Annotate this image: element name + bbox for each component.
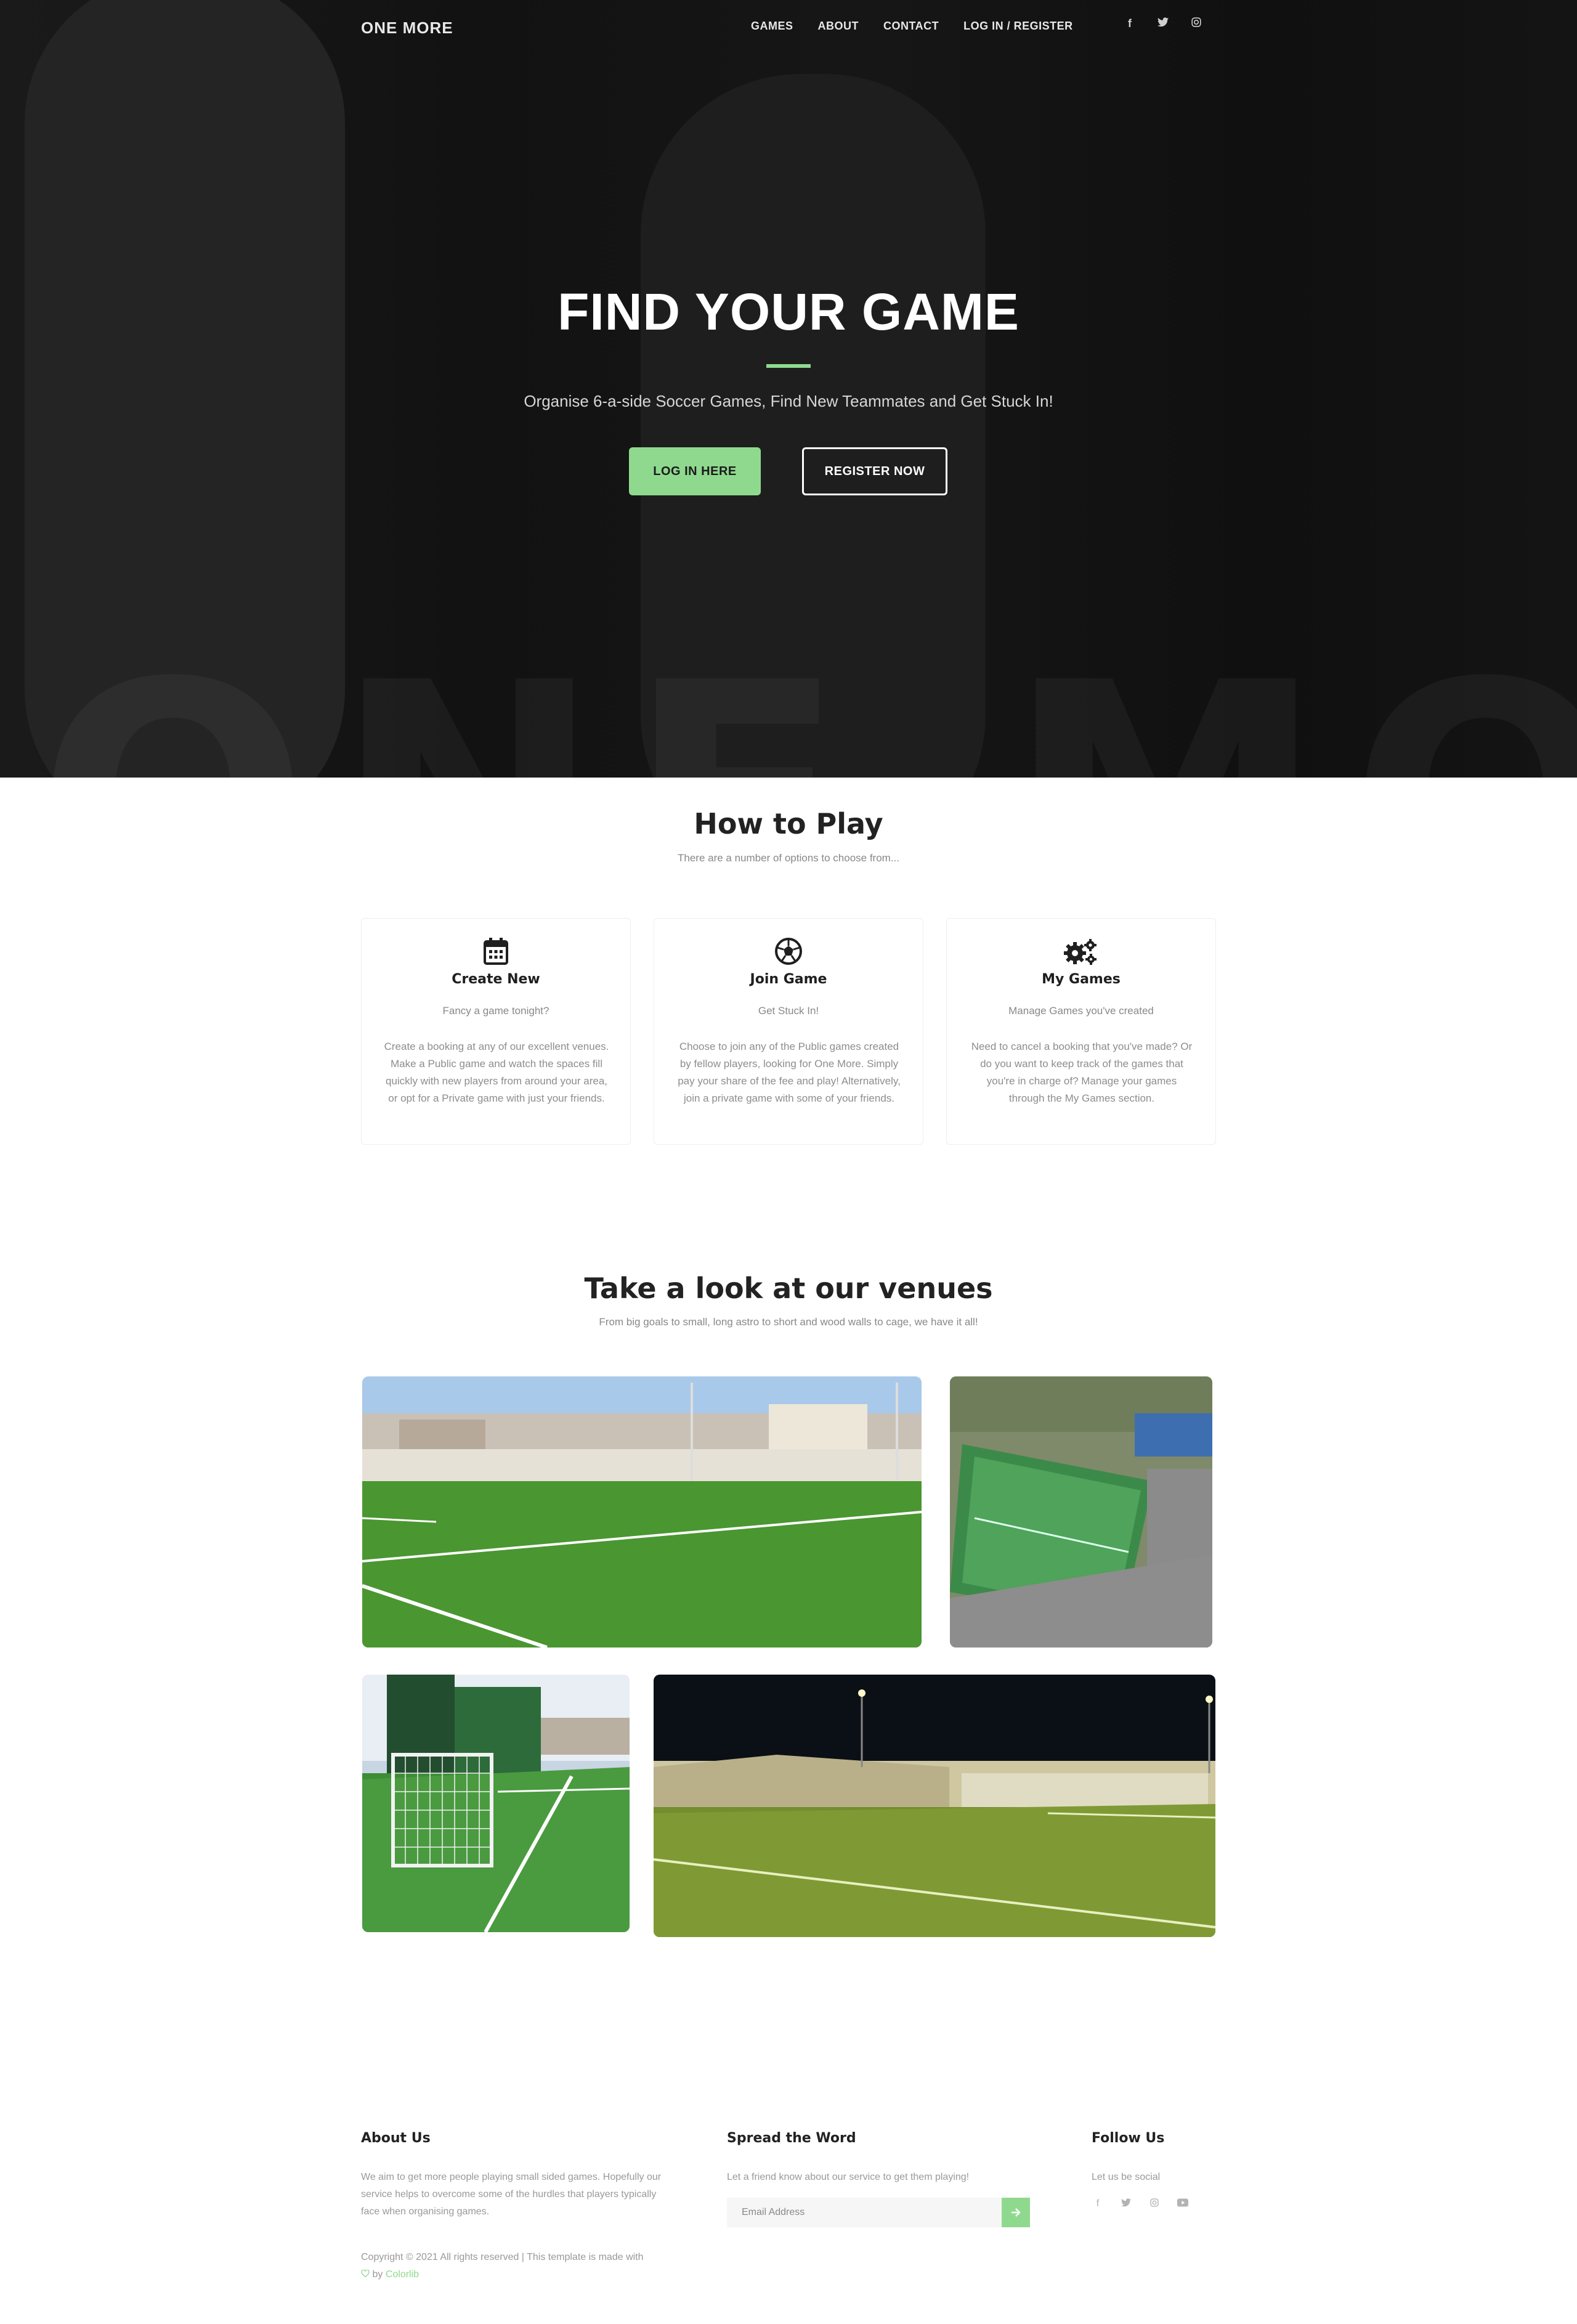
- copyright-notice: Copyright © 2021 All rights reserved | T…: [361, 2249, 644, 2283]
- email-input[interactable]: [727, 2198, 1002, 2227]
- facebook-icon[interactable]: f: [1122, 17, 1137, 30]
- login-button[interactable]: LOG IN HERE: [629, 447, 761, 495]
- nav-link-login-register[interactable]: LOG IN / REGISTER: [963, 20, 1073, 33]
- credit-link[interactable]: Colorlib: [386, 2269, 419, 2280]
- card-description: Create a booking at any of our excellent…: [384, 1041, 609, 1104]
- card-title: Create New: [452, 972, 540, 987]
- top-navigation: ONE MORE GAMES ABOUT CONTACT LOG IN / RE…: [0, 0, 1577, 55]
- copyright-text: Copyright © 2021 All rights reserved | T…: [361, 2252, 644, 2262]
- card-tagline: Manage Games you've created: [1008, 1005, 1154, 1017]
- social-links-footer: f: [1092, 2198, 1189, 2210]
- heart-icon: [361, 2269, 372, 2280]
- venue-photo-aerial[interactable]: [950, 1376, 1212, 1648]
- youtube-icon[interactable]: [1177, 2198, 1189, 2210]
- card-description: Need to cancel a booking that you've mad…: [971, 1041, 1193, 1104]
- hero-subtitle: Organise 6-a-side Soccer Games, Find New…: [524, 392, 1053, 410]
- social-links-top: f: [1122, 17, 1204, 30]
- hero-section: ONE MORE ONE MORE GAMES ABOUT CONTACT LO…: [0, 0, 1577, 778]
- nav-link-contact[interactable]: CONTACT: [883, 20, 939, 33]
- venue-photo-goal[interactable]: [362, 1675, 630, 1932]
- card-description: Choose to join any of the Public games c…: [678, 1041, 901, 1104]
- twitter-icon[interactable]: [1156, 17, 1170, 30]
- newsletter-form: [727, 2198, 1030, 2227]
- venues-subtitle: From big goals to small, long astro to s…: [599, 1316, 978, 1328]
- football-icon: [654, 937, 923, 968]
- footer-about-title: About Us: [361, 2131, 431, 2146]
- how-to-play-title: How to Play: [694, 807, 883, 840]
- card-create-new[interactable]: Create New Fancy a game tonight? Create …: [361, 918, 631, 1145]
- credit-by-text: by: [372, 2269, 383, 2280]
- copyright-credit-line: by Colorlib: [361, 2266, 644, 2283]
- footer-spread-title: Spread the Word: [727, 2131, 856, 2146]
- hero-watermark: ONE MORE: [37, 641, 1577, 778]
- gears-icon: [947, 937, 1215, 968]
- nav-link-about[interactable]: ABOUT: [818, 20, 859, 33]
- card-tagline: Fancy a game tonight?: [442, 1005, 549, 1017]
- how-to-play-subtitle: There are a number of options to choose …: [677, 852, 900, 864]
- twitter-icon[interactable]: [1120, 2198, 1132, 2210]
- footer-spread-text: Let a friend know about our service to g…: [727, 2172, 970, 2182]
- venues-title: Take a look at our venues: [584, 1272, 993, 1305]
- card-my-games[interactable]: My Games Manage Games you've created Nee…: [946, 918, 1216, 1145]
- nav-links: GAMES ABOUT CONTACT LOG IN / REGISTER: [751, 20, 1073, 33]
- card-title: Join Game: [750, 972, 827, 987]
- calendar-icon: [362, 937, 630, 968]
- footer-follow-text: Let us be social: [1092, 2172, 1161, 2182]
- instagram-icon[interactable]: [1148, 2198, 1161, 2210]
- register-button[interactable]: REGISTER NOW: [802, 447, 947, 495]
- instagram-icon[interactable]: [1189, 17, 1204, 30]
- hero-accent-line: [766, 364, 811, 368]
- brand-logo[interactable]: ONE MORE: [361, 18, 453, 38]
- card-tagline: Get Stuck In!: [758, 1005, 819, 1017]
- nav-link-games[interactable]: GAMES: [751, 20, 793, 33]
- arrow-right-icon[interactable]: [1002, 2198, 1030, 2227]
- venue-photo-large-pitch[interactable]: [362, 1376, 922, 1648]
- footer-follow-title: Follow Us: [1092, 2131, 1165, 2146]
- card-join-game[interactable]: Join Game Get Stuck In! Choose to join a…: [654, 918, 923, 1145]
- hero-title: FIND YOUR GAME: [557, 283, 1020, 341]
- card-title: My Games: [1042, 972, 1121, 987]
- facebook-icon[interactable]: f: [1092, 2198, 1104, 2210]
- venue-photo-night-pitch[interactable]: [654, 1675, 1215, 1937]
- footer-about-text: We aim to get more people playing small …: [361, 2172, 662, 2217]
